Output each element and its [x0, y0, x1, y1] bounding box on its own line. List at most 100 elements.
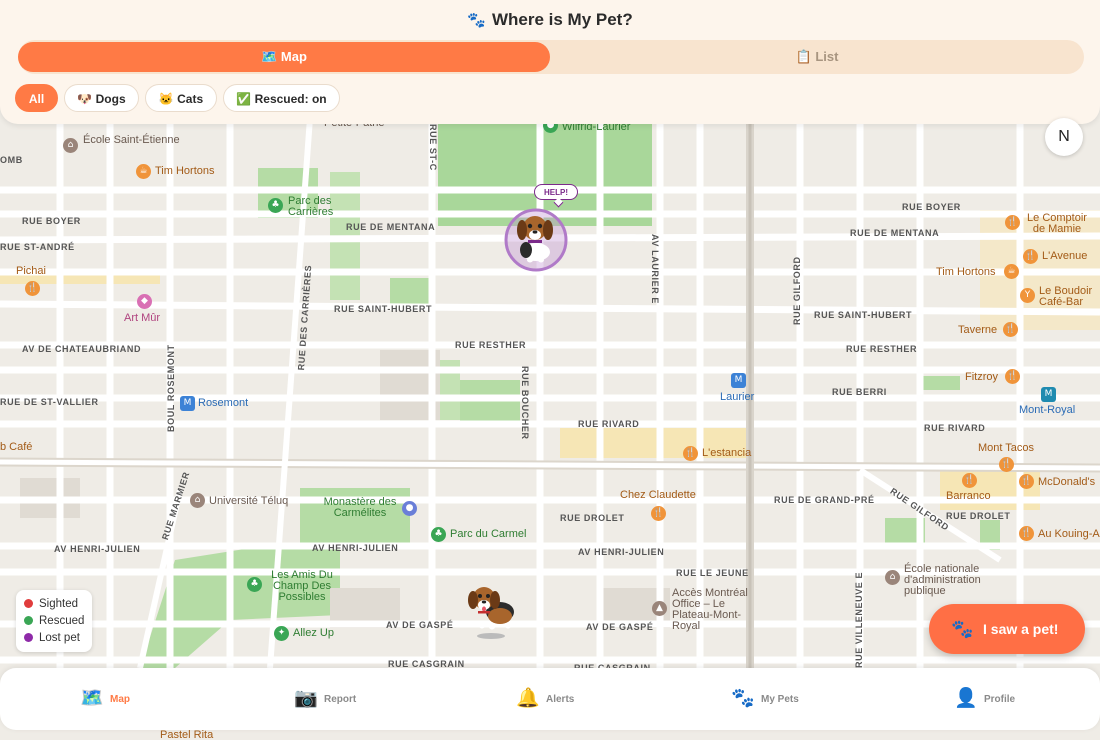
poi-label[interactable]: Laurier	[720, 392, 754, 403]
poi-label[interactable]: Chez Claudette	[620, 490, 696, 501]
bell-icon: 🔔	[516, 688, 540, 709]
poi-label[interactable]: Les Amis Du Champ Des Possibles	[266, 570, 338, 603]
tab-label: Profile	[984, 694, 1016, 705]
street-label: RUE DROLET	[946, 511, 1011, 521]
climbing-icon: ✦	[274, 626, 289, 641]
legend-item-sighted: Sighted	[24, 596, 78, 612]
poi-label[interactable]: Taverne	[958, 325, 997, 336]
street-label: RUE BOUCHER	[520, 366, 530, 440]
poi-label[interactable]: Le Boudoir Café-Bar	[1039, 286, 1099, 308]
restaurant-icon: 🍴	[962, 473, 977, 488]
poi-label[interactable]: Barranco	[946, 491, 991, 502]
street-label: RUE BOYER	[902, 202, 961, 212]
paw-icon: 🐾	[467, 12, 486, 29]
i-saw-a-pet-button[interactable]: 🐾 I saw a pet!	[929, 604, 1085, 654]
filter-cats[interactable]: 🐱 Cats	[145, 84, 217, 112]
school-icon: ⌂	[63, 138, 78, 153]
legend-label: Sighted	[39, 598, 79, 610]
filter-all[interactable]: All	[15, 84, 58, 112]
street-label: RUE ST-C	[428, 124, 438, 171]
poi-label: Pastel Rita	[160, 729, 214, 740]
beagle-dog-icon	[468, 587, 514, 630]
restaurant-icon: 🍴	[683, 446, 698, 461]
street-label: AV DE GASPÉ	[586, 622, 654, 632]
tab-map-view[interactable]: 🗺️ Map	[18, 42, 550, 72]
filter-dogs[interactable]: 🐶 Dogs	[64, 84, 139, 112]
poi-label[interactable]: Mont Tacos	[978, 443, 1034, 454]
poi-label[interactable]: Rosemont	[198, 398, 248, 409]
poi-label[interactable]: École Saint-Étienne	[83, 135, 180, 146]
map-legend: Sighted Rescued Lost pet	[16, 590, 92, 652]
tab-list-view[interactable]: 📋 List	[550, 42, 1084, 72]
park-icon: ♣	[268, 198, 283, 213]
street-label: RUE DE ST-VALLIER	[0, 397, 99, 407]
street-label: RUE BERRI	[832, 387, 887, 397]
bar-icon: Y	[1020, 288, 1035, 303]
poi-label[interactable]: Pichai	[16, 266, 46, 277]
metro-icon: M	[180, 396, 195, 411]
poi-label[interactable]: Monastère des Carmélites	[318, 497, 402, 519]
restaurant-icon: 🍴	[999, 457, 1014, 472]
page-title: 🐾 Where is My Pet?	[0, 10, 1100, 30]
poi-label[interactable]: McDonald's	[1038, 477, 1095, 488]
poi-label[interactable]: Allez Up	[293, 628, 334, 639]
tab-label: Report	[324, 694, 357, 705]
poi-label[interactable]: Tim Hortons	[936, 267, 996, 278]
paws-icon: 🐾	[731, 688, 755, 709]
help-bubble: HELP!	[534, 184, 578, 200]
legend-item-rescued: Rescued	[24, 613, 84, 629]
poi-label[interactable]: Mont-Royal	[1019, 405, 1075, 416]
street-label: BOUL ROSEMONT	[166, 344, 176, 432]
street-label: AV HENRI-JULIEN	[54, 544, 141, 554]
street-label: RUE BOYER	[22, 216, 81, 226]
poi-label[interactable]: Art Mûr	[124, 312, 160, 324]
tab-report[interactable]: 📷 Report	[294, 682, 434, 714]
poi-label[interactable]: Le Comptoir de Mamie	[1024, 213, 1090, 235]
park-icon: ♣	[247, 577, 262, 592]
camera-icon: 📷	[294, 688, 318, 709]
street-label: RUE VILLENEUVE E	[854, 571, 864, 668]
poi-label[interactable]: École nationale d'administration publiqu…	[904, 564, 996, 597]
tab-alerts[interactable]: 🔔 Alerts	[516, 682, 656, 714]
street-label: AV DE CHATEAUBRIAND	[22, 344, 142, 354]
lost-pet-marker[interactable]	[508, 206, 564, 264]
school-icon: ⌂	[190, 493, 205, 508]
poi-label[interactable]: Parc des Carrières	[288, 196, 348, 218]
purple-dot-icon	[24, 633, 33, 642]
green-dot-icon	[24, 616, 33, 625]
street-label: RUE RIVARD	[578, 419, 640, 429]
poi-label[interactable]: Au Kouing-A	[1038, 529, 1100, 540]
sighted-pet-marker[interactable]	[464, 578, 520, 634]
park-icon: ♣	[431, 527, 446, 542]
poi-label[interactable]: Tim Hortons	[155, 166, 215, 177]
tab-label: My Pets	[761, 694, 799, 705]
street-label: RUE DROLET	[560, 513, 625, 523]
restaurant-icon: 🍴	[1019, 526, 1034, 541]
person-icon: 👤	[954, 688, 978, 709]
tab-my-pets[interactable]: 🐾 My Pets	[731, 682, 871, 714]
poi-label[interactable]: b Café	[0, 442, 32, 453]
street-label: RUE RESTHER	[846, 344, 918, 354]
beagle-dog-icon	[517, 216, 553, 263]
street-label: AV LAURIER E	[650, 234, 660, 305]
poi-label[interactable]: Accès Montréal Office – Le Plateau-Mont-…	[672, 588, 754, 632]
street-label: OMB	[0, 155, 23, 165]
street-label: RUE LE JEUNE	[676, 568, 749, 578]
filter-rescued[interactable]: ✅ Rescued: on	[223, 84, 340, 112]
metro-icon: M	[1041, 387, 1056, 402]
legend-label: Lost pet	[39, 632, 80, 644]
poi-label[interactable]: Fitzroy	[965, 372, 998, 383]
poi-label[interactable]: L'estancia	[702, 448, 751, 459]
fab-label: I saw a pet!	[983, 621, 1059, 637]
street-label: RUE ST-ANDRÉ	[0, 242, 75, 252]
street-label: RUE DE MENTANA	[850, 228, 940, 238]
tab-map[interactable]: 🗺️ Map	[80, 682, 220, 714]
tab-profile[interactable]: 👤 Profile	[954, 682, 1094, 714]
poi-label[interactable]: Université Téluq	[209, 496, 288, 507]
poi-label[interactable]: L'Avenue	[1042, 251, 1087, 262]
view-toggle: 🗺️ Map 📋 List	[18, 40, 1084, 74]
poi-label[interactable]: Parc du Carmel	[450, 529, 526, 540]
street-label: RUE RESTHER	[455, 340, 527, 350]
street-label: RUE GILFORD	[792, 256, 802, 325]
compass-button[interactable]: N	[1045, 118, 1083, 156]
